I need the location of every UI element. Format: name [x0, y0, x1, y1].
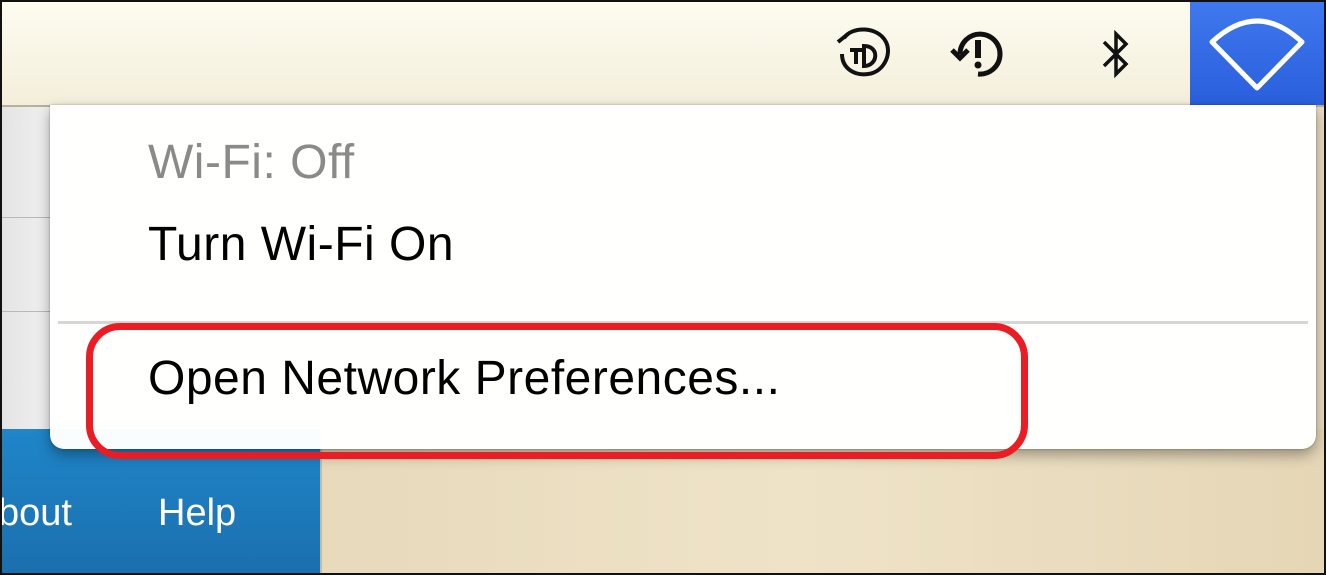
wifi-icon[interactable] [1190, 2, 1324, 105]
menu-bar [2, 2, 1324, 107]
open-network-preferences-menu-item[interactable]: Open Network Preferences... [148, 351, 780, 406]
time-machine-icon[interactable] [948, 24, 1008, 84]
menu-separator [58, 321, 1308, 324]
nav-item-about[interactable]: bout [2, 492, 72, 535]
turn-wifi-on-menu-item[interactable]: Turn Wi-Fi On [148, 217, 454, 272]
background-nav-divider [320, 429, 322, 573]
wifi-dropdown-menu: Wi-Fi: Off Turn Wi-Fi On Open Network Pr… [50, 105, 1316, 459]
nav-item-help[interactable]: Help [158, 492, 236, 535]
bluetooth-icon[interactable] [1094, 24, 1138, 84]
textexpander-icon[interactable] [834, 24, 894, 84]
wifi-status-label: Wi-Fi: Off [148, 136, 355, 189]
screenshot-frame: bout Help Wi-Fi: Off Turn Wi-Fi On Open … [0, 0, 1326, 575]
